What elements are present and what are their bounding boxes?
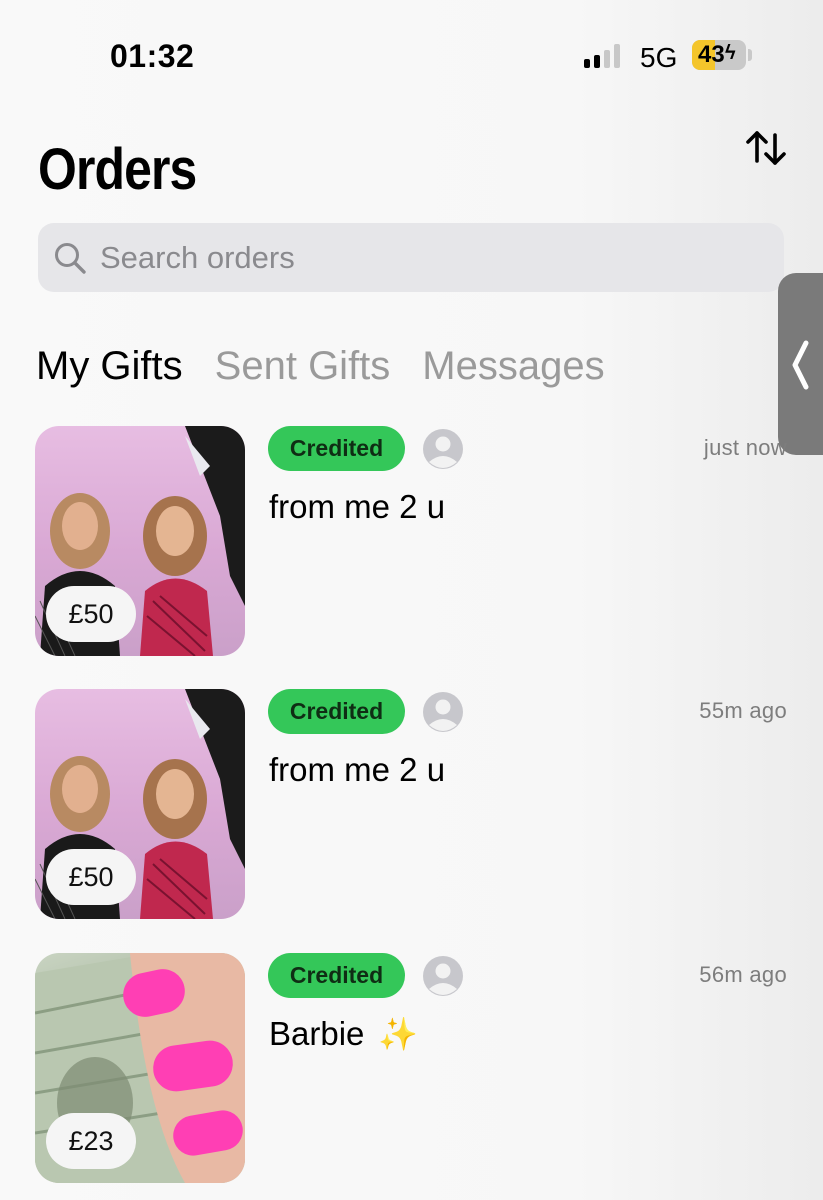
chevron-left-icon	[792, 340, 809, 390]
order-message: from me 2 u	[269, 751, 446, 788]
tab-bar: My Gifts Sent Gifts Messages	[36, 344, 605, 389]
price-badge: £50	[46, 586, 136, 642]
order-item[interactable]: £50 Credited just now from me 2 u	[0, 426, 823, 658]
order-time: just now	[703, 435, 787, 460]
signal-strength-icon	[584, 44, 620, 68]
tab-sent-gifts[interactable]: Sent Gifts	[215, 344, 391, 389]
order-message: Barbie ✨	[269, 1015, 419, 1052]
gift-image: £50	[35, 689, 245, 919]
search-input[interactable]	[100, 239, 700, 276]
tab-messages[interactable]: Messages	[422, 344, 604, 389]
search-icon	[55, 242, 86, 274]
status-badge: Credited	[268, 426, 405, 471]
order-message: from me 2 u	[269, 488, 446, 525]
price-badge: £50	[46, 849, 136, 905]
gift-image: £23	[35, 953, 245, 1183]
order-item[interactable]: £23 Credited 56m ago Barbie ✨	[0, 953, 823, 1185]
avatar-icon	[423, 429, 463, 469]
gift-image: £50	[35, 426, 245, 656]
order-time: 56m ago	[699, 962, 787, 987]
avatar-icon	[423, 956, 463, 996]
sort-button[interactable]	[742, 124, 790, 172]
price-badge: £23	[46, 1113, 136, 1169]
battery-level: 43	[698, 41, 725, 68]
order-item[interactable]: £50 Credited 55m ago from me 2 u	[0, 689, 823, 921]
sort-arrows-icon	[746, 131, 786, 165]
network-type: 5G	[640, 42, 678, 73]
sparkles-icon: ✨	[378, 1016, 419, 1052]
search-bar[interactable]	[38, 223, 784, 292]
status-time: 01:32	[110, 38, 195, 74]
status-badge: Credited	[268, 689, 405, 734]
page-title: Orders	[38, 137, 197, 202]
tab-my-gifts[interactable]: My Gifts	[36, 344, 183, 389]
battery-icon: 43 ϟ	[692, 40, 746, 70]
status-badge: Credited	[268, 953, 405, 998]
avatar-icon	[423, 692, 463, 732]
order-time: 55m ago	[699, 698, 787, 723]
orders-screen: 01:32 5G 43 ϟ Orders My	[0, 0, 823, 1200]
